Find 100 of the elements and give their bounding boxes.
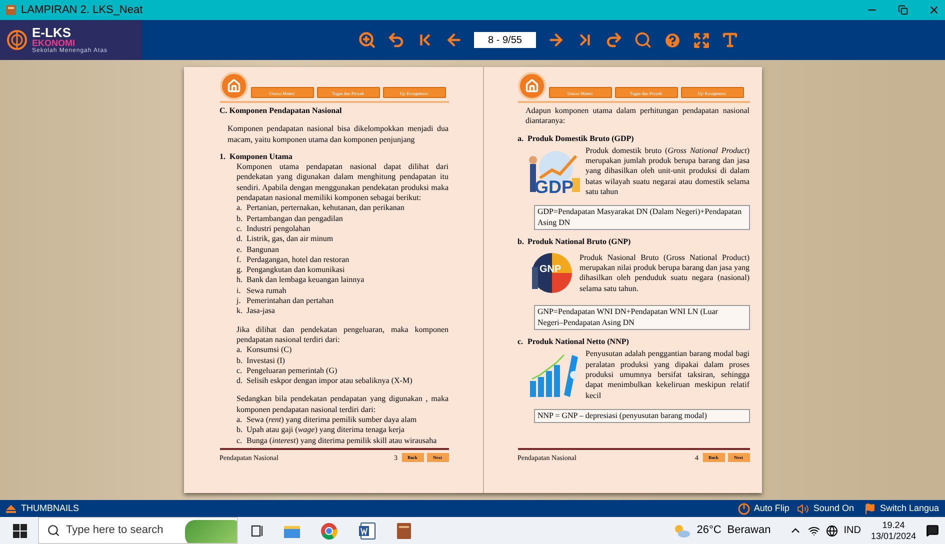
speaker-icon[interactable] (797, 502, 810, 514)
logo-title: E-LKS (32, 26, 71, 39)
paragraph: Produk domestik bruto (Gross National Product) merupakan jumlah produk berupa barang dan jasa yang dihasilkan oleh unit-unit produksi di dalam batas wilayah suatu negarai atau domestik selama satu tahun (586, 146, 750, 198)
heading-number: c. (518, 336, 524, 348)
list-marker: b. (236, 356, 244, 366)
weather-text: Berawan (727, 523, 771, 538)
list-item: Perdagangan, hotel dan restoran (246, 254, 350, 266)
search-input[interactable]: Type here to search (66, 522, 186, 539)
zoom-in-icon[interactable] (358, 31, 376, 49)
home-button[interactable] (220, 72, 248, 100)
list-marker: b. (236, 425, 244, 436)
cloudy-icon (672, 524, 691, 538)
list-marker: a. (236, 415, 244, 426)
list-marker: d. (236, 376, 244, 386)
subsection-heading: Produk Domestik Bruto (GDP) (528, 134, 634, 144)
list-item: Listrik, gas, dan air minum (246, 234, 334, 245)
list-item: Pengangkutan dan komunikasi (246, 265, 345, 276)
list-item: Pertanian, perternakan, kehutanan, dan perikanan (246, 203, 404, 214)
list-item: Konsumsi (C) (246, 345, 292, 356)
list-item: Industri pengolahan (246, 224, 310, 234)
subsection-heading: Produk National Bruto (GNP) (528, 236, 631, 248)
auto-flip-button[interactable]: Auto Flip (754, 502, 790, 516)
list-item: Investasi (I) (246, 356, 285, 366)
list-marker: d. (236, 234, 244, 245)
list-marker: f. (236, 254, 242, 266)
timer-icon (738, 502, 750, 514)
list-marker: c. (236, 436, 244, 446)
switch-language-button[interactable]: Switch Langua (880, 502, 939, 516)
notification-icon[interactable] (926, 524, 939, 537)
list-marker: a. (236, 345, 244, 356)
return-arrow-icon[interactable] (387, 31, 405, 49)
paragraph: Produk Nasional Bruto (Gross National Product) merupakan nilai produk berupa barang dan jasa yang dihasilkan oleh penduduk suatu negara (nasional) selama satu tahun. (580, 252, 750, 294)
list-item: Upah atau gaji (wage) yang diterima tenaga kerja (246, 425, 404, 436)
home-button[interactable] (518, 72, 546, 100)
list-item: Sewa rumah (246, 286, 286, 296)
list-marker: j. (236, 296, 242, 306)
heading-number: b. (518, 236, 525, 248)
logo-subtitle: EKONOMI (32, 39, 76, 48)
right-arrow-icon[interactable] (547, 31, 565, 49)
paragraph: Komponen pendapatan nasional bisa dikelompokkan menjadi dua macam, yaitu komponen utama dan komponen penjunjang (226, 124, 448, 145)
logo-icon (6, 29, 28, 51)
list-marker: c. (236, 224, 244, 234)
paragraph: Sedangkan bila pendekatan pendapatan yang digunakan , maka komponen pendapatan nasional terdiri dari: (236, 394, 448, 416)
paragraph: Penyusutan adalah penggantian barang modal bagi peralatan produksi yang dipakai dalam proses produksi umumnya bersifat taksiran, sehingga dapat menimbulkan kekeliruan meskipun relatif kecil (586, 349, 750, 401)
sound-button[interactable]: Sound On (813, 502, 854, 516)
list-item: Pertambangan dan pengadilan (246, 214, 343, 224)
network-icon[interactable] (808, 524, 820, 536)
list-item: Pengeluaran pemerintah (G) (246, 366, 338, 376)
flag-icon[interactable] (864, 502, 876, 514)
list-marker: g. (236, 265, 244, 276)
task-view-icon[interactable] (250, 524, 264, 538)
word-icon[interactable] (358, 522, 376, 540)
clock[interactable]: 19.24 13/01/2024 (870, 520, 916, 542)
thumbnails-button[interactable]: THUMBNAILS (21, 502, 80, 516)
paragraph: Adapun komponen utama dalam perhitungan pendapatan nasional diantaranya: (524, 106, 750, 127)
heading-number: a. (518, 134, 524, 144)
fullscreen-icon[interactable] (693, 32, 710, 48)
landscape-picture (185, 520, 237, 543)
windows-icon[interactable] (13, 524, 27, 538)
list-marker: e. (236, 244, 244, 255)
list-item: Bunga (interest) yang diterima pemilik skill atau wirausaha (246, 436, 437, 446)
list-marker: c. (236, 366, 244, 376)
subsection-heading: Produk National Netto (NNP) (528, 336, 629, 348)
list-item: Bangunan (246, 244, 279, 255)
list-marker: a. (236, 203, 244, 214)
list-item: Selisih eskpor dengan impor atau sebaliknya (X-M) (246, 376, 412, 386)
formula-box: GNP=Pendapatan WNI DN+Pendapatan WNI LN (Luar Negeri–Pendapatan Asing DN (534, 305, 750, 330)
list-marker: k. (236, 306, 244, 317)
page-number-field[interactable]: 8 - 9/55 (474, 32, 536, 48)
globe-icon[interactable] (826, 524, 838, 536)
text-icon[interactable] (721, 31, 739, 49)
eject-icon[interactable] (6, 504, 16, 512)
book-app-icon[interactable] (396, 522, 412, 540)
home-icon (226, 79, 240, 93)
help-icon[interactable] (663, 30, 682, 50)
list-item: Pemerintahan dan pertahan (246, 296, 334, 306)
formula-box: GDP=Pendapatan Masyarakat DN (Dalam Negeri)+Pendapatan Asing DN (534, 205, 750, 230)
browser-icon[interactable] (320, 522, 338, 540)
temperature: 26°C (696, 523, 722, 538)
search-icon (47, 524, 60, 537)
list-marker: b. (236, 214, 244, 224)
list-item: Sewa (rent) yang diterima pemilik sumber daya alam (246, 415, 417, 426)
list-marker: h. (236, 275, 244, 286)
paragraph: Komponen utama pendapatan nasional dapat dilihat dari pendekatan yang digunakan dalam menghitung pendapatan itu sendiri. Apabila dengan menggunakan pendekatan produksi maka pendapatan nasional memiliki komponen sebagai berikut: (236, 162, 448, 204)
window-title: LAMPIRAN 2. LKS_Neat (21, 2, 143, 18)
section-heading: C. Komponen Pendapatan Nasional (220, 106, 343, 116)
close-icon[interactable] (928, 4, 940, 16)
folder-icon[interactable] (284, 524, 300, 538)
home-icon (524, 79, 538, 93)
paragraph: Jika dilihat dan pendekatan pengeluaran, maka komponen pendapatan nasional terdiri dari: (236, 324, 448, 346)
formula-box: NNP = GNP – depresiasi (penyusutan barang modal) (534, 409, 750, 424)
list-item: Bank dan lembaga keuangan lainnya (246, 275, 364, 286)
restore-icon[interactable] (898, 5, 908, 15)
forward-arrow-icon[interactable] (605, 31, 623, 49)
search-field[interactable]: Type here to search (38, 517, 238, 544)
book-app-icon (5, 4, 17, 16)
list-marker: i. (236, 286, 242, 296)
list-item: Jasa-jasa (246, 306, 275, 317)
search-icon[interactable] (634, 31, 652, 49)
language-indicator[interactable]: IND (844, 523, 861, 538)
